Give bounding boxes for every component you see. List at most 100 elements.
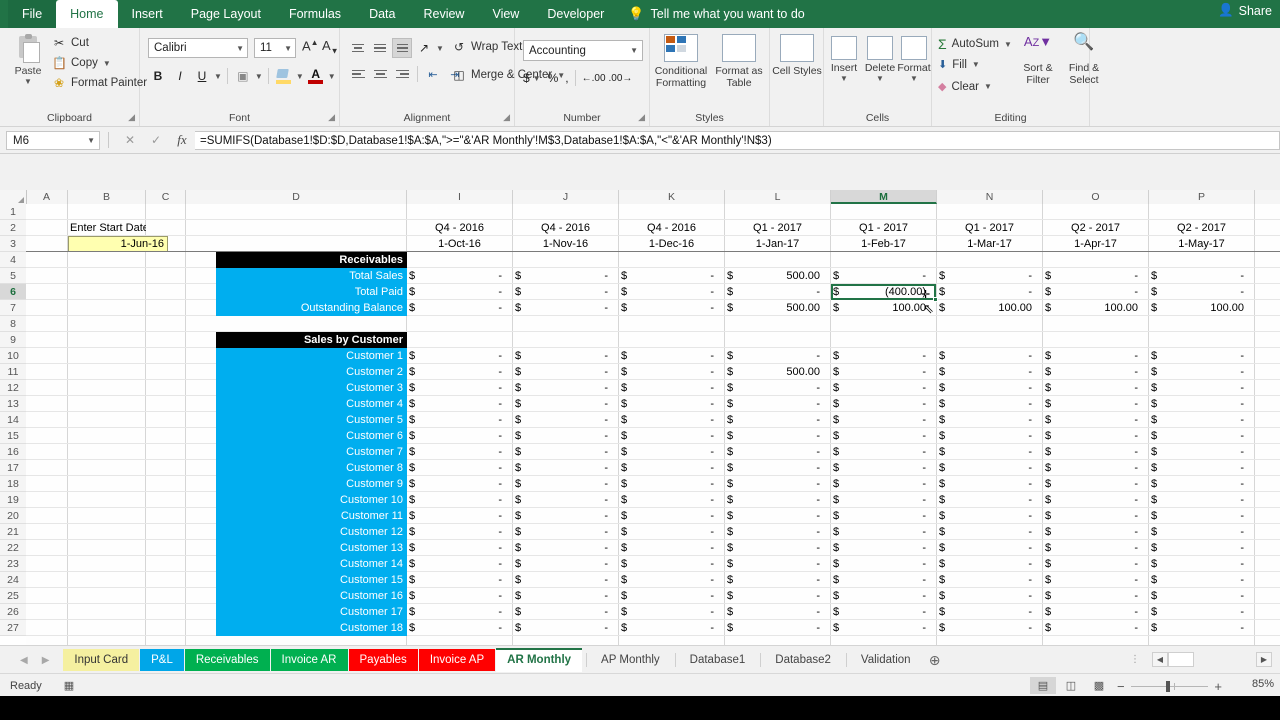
clear-button[interactable]: ◆ Clear ▼ bbox=[938, 80, 992, 93]
cell-value[interactable]: - bbox=[1053, 428, 1141, 444]
cell-value[interactable]: - bbox=[523, 412, 611, 428]
cell-value[interactable]: - bbox=[947, 556, 1035, 572]
cell-value[interactable]: - bbox=[417, 300, 505, 316]
row-header-6[interactable]: 6 bbox=[0, 284, 26, 300]
chevron-down-icon[interactable]: ▼ bbox=[284, 39, 292, 58]
cell-value[interactable]: - bbox=[523, 396, 611, 412]
font-color-button[interactable]: A bbox=[306, 66, 326, 86]
sheet-tab-validation[interactable]: Validation bbox=[850, 649, 922, 671]
align-middle-button[interactable] bbox=[370, 38, 390, 58]
cell-value[interactable]: - bbox=[417, 460, 505, 476]
tab-file[interactable]: File bbox=[8, 0, 56, 28]
cell-value[interactable]: - bbox=[947, 396, 1035, 412]
cell-value[interactable]: - bbox=[841, 364, 929, 380]
zoom-out-button[interactable]: − bbox=[1117, 679, 1125, 694]
zoom-slider[interactable]: − + bbox=[1117, 679, 1222, 694]
cancel-formula-icon[interactable]: ✕ bbox=[117, 133, 143, 147]
cell-value[interactable]: - bbox=[841, 460, 929, 476]
cell-value[interactable]: - bbox=[1053, 604, 1141, 620]
share-button[interactable]: 👤 Share bbox=[1218, 3, 1272, 18]
cell-value[interactable]: - bbox=[735, 588, 823, 604]
cell-value[interactable]: - bbox=[735, 604, 823, 620]
cell-value[interactable]: - bbox=[841, 396, 929, 412]
cell-value[interactable]: - bbox=[841, 556, 929, 572]
cell-value[interactable]: - bbox=[1159, 284, 1247, 300]
cell-value[interactable]: - bbox=[417, 380, 505, 396]
sheet-tab-database1[interactable]: Database1 bbox=[679, 649, 757, 671]
row-header-19[interactable]: 19 bbox=[0, 492, 26, 508]
cell-value[interactable]: - bbox=[735, 284, 823, 300]
cell-value[interactable]: - bbox=[523, 556, 611, 572]
cell-value[interactable]: - bbox=[417, 268, 505, 284]
date-header-6[interactable]: 1-Mar-17 bbox=[937, 236, 1042, 252]
cell-value[interactable]: - bbox=[523, 588, 611, 604]
cell-value[interactable]: - bbox=[1053, 524, 1141, 540]
comma-format-button[interactable]: , bbox=[565, 71, 568, 85]
cell-value[interactable]: - bbox=[841, 428, 929, 444]
column-header-l[interactable]: L bbox=[725, 190, 831, 204]
align-top-button[interactable] bbox=[348, 38, 368, 58]
date-header-2[interactable]: 1-Nov-16 bbox=[513, 236, 618, 252]
cell-value[interactable]: - bbox=[629, 540, 717, 556]
cell-value[interactable]: - bbox=[523, 444, 611, 460]
cell-value[interactable]: - bbox=[523, 492, 611, 508]
row-header-11[interactable]: 11 bbox=[0, 364, 26, 380]
chevron-down-icon[interactable]: ▼ bbox=[236, 39, 244, 58]
cell-value[interactable]: - bbox=[523, 460, 611, 476]
number-dialog-launcher[interactable]: ◢ bbox=[638, 112, 645, 123]
cell-value[interactable]: - bbox=[1053, 396, 1141, 412]
cell-value[interactable]: 100.00 bbox=[841, 300, 929, 316]
cell-value[interactable]: - bbox=[1053, 476, 1141, 492]
cell-value[interactable]: - bbox=[947, 508, 1035, 524]
horizontal-scrollbar[interactable]: ◀ ▶ bbox=[1152, 651, 1272, 668]
cell-value[interactable]: - bbox=[1159, 556, 1247, 572]
cell-value[interactable]: - bbox=[417, 428, 505, 444]
cell-value[interactable]: - bbox=[417, 476, 505, 492]
cell-value[interactable]: - bbox=[1053, 412, 1141, 428]
cell-value[interactable]: - bbox=[629, 444, 717, 460]
row-header-23[interactable]: 23 bbox=[0, 556, 26, 572]
cell-value[interactable]: - bbox=[417, 540, 505, 556]
cell-value[interactable]: - bbox=[523, 620, 611, 636]
cell-value[interactable]: - bbox=[629, 588, 717, 604]
confirm-formula-icon[interactable]: ✓ bbox=[143, 133, 169, 147]
sheet-tab-database2[interactable]: Database2 bbox=[764, 649, 842, 671]
cell-value[interactable]: - bbox=[1053, 364, 1141, 380]
cell-value[interactable]: - bbox=[629, 348, 717, 364]
font-color-dropdown-icon[interactable]: ▼ bbox=[328, 72, 336, 81]
scroll-thumb[interactable] bbox=[1168, 652, 1194, 667]
cell-value[interactable]: - bbox=[523, 604, 611, 620]
column-header-p[interactable]: P bbox=[1149, 190, 1255, 204]
cell-value[interactable]: - bbox=[841, 540, 929, 556]
format-cells-button[interactable]: Format ▼ bbox=[896, 36, 932, 83]
sheet-nav-arrows[interactable]: ◀ ▶ bbox=[0, 655, 63, 666]
cell-value[interactable]: - bbox=[1159, 524, 1247, 540]
tab-insert[interactable]: Insert bbox=[118, 0, 177, 28]
wrap-text-button[interactable]: ↺ Wrap Text bbox=[452, 40, 522, 54]
tab-data[interactable]: Data bbox=[355, 0, 409, 28]
cell-value[interactable]: - bbox=[947, 604, 1035, 620]
cell-value[interactable]: - bbox=[523, 476, 611, 492]
cell-value[interactable]: - bbox=[947, 284, 1035, 300]
cell-value[interactable]: - bbox=[417, 508, 505, 524]
cell-value[interactable]: - bbox=[735, 540, 823, 556]
cell-value[interactable]: - bbox=[1159, 364, 1247, 380]
row-header-10[interactable]: 10 bbox=[0, 348, 26, 364]
row-header-21[interactable]: 21 bbox=[0, 524, 26, 540]
cell-value[interactable]: - bbox=[841, 588, 929, 604]
cell-value[interactable]: - bbox=[417, 604, 505, 620]
cell-value[interactable]: - bbox=[417, 412, 505, 428]
cell-value[interactable]: - bbox=[523, 428, 611, 444]
page-layout-view-button[interactable]: ◫ bbox=[1058, 677, 1084, 694]
increase-decimal-button[interactable]: ←.00 bbox=[582, 73, 606, 84]
cell-value[interactable]: - bbox=[1159, 444, 1247, 460]
cell-value[interactable]: - bbox=[841, 572, 929, 588]
cell-value[interactable]: - bbox=[629, 268, 717, 284]
cell-value[interactable]: - bbox=[841, 348, 929, 364]
cell-value[interactable]: - bbox=[629, 524, 717, 540]
cell-value[interactable]: - bbox=[523, 348, 611, 364]
format-painter-button[interactable]: ❀ Format Painter bbox=[52, 76, 147, 90]
add-sheet-button[interactable]: ⊕ bbox=[923, 652, 947, 669]
cell-value[interactable]: - bbox=[947, 572, 1035, 588]
cell-value[interactable]: 100.00 bbox=[947, 300, 1035, 316]
